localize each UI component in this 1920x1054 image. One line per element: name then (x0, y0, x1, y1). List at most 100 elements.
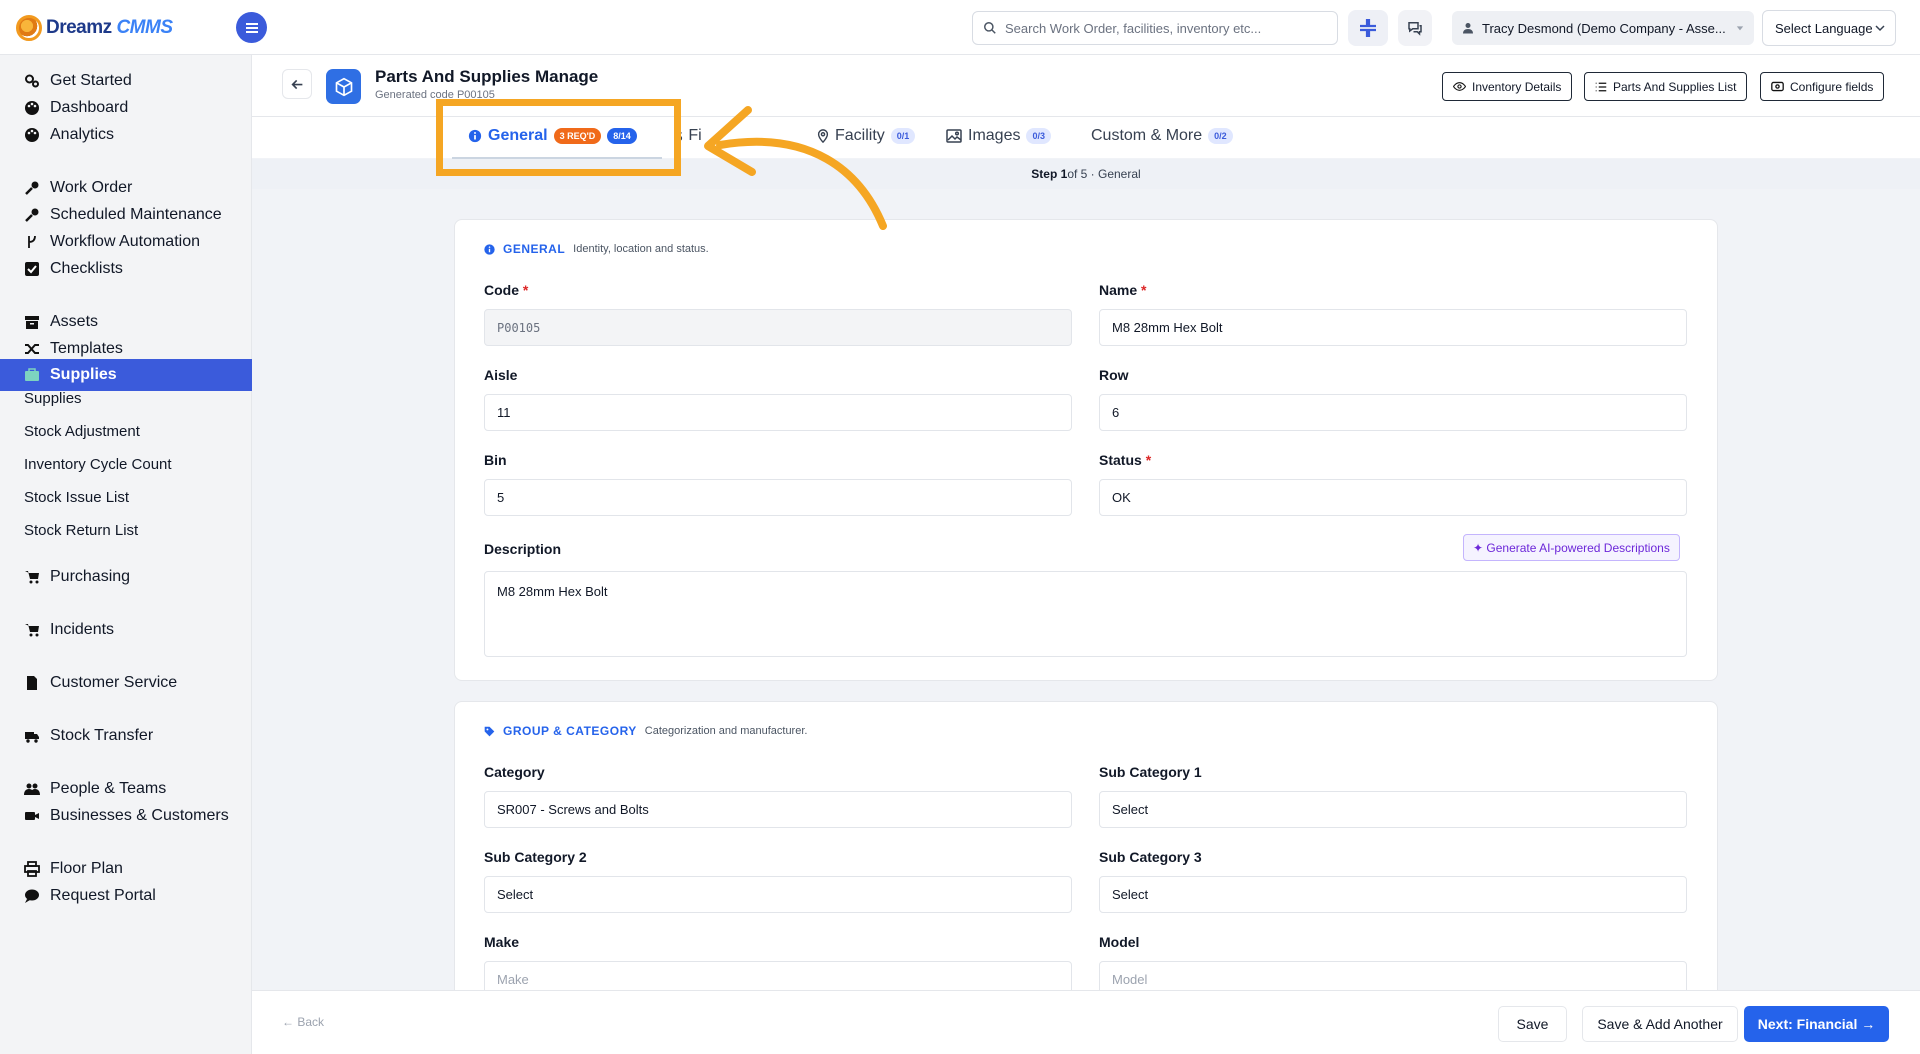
messages-button[interactable] (1398, 10, 1432, 46)
sidebar-item-label: Request Portal (50, 887, 156, 904)
archive-icon (25, 316, 39, 329)
bin-label: Bin (484, 452, 507, 468)
sidebar-item-label: Stock Transfer (50, 727, 154, 744)
sidebar-item-label: Scheduled Maintenance (50, 206, 222, 223)
group-category-section: GROUP & CATEGORY Categorization and manu… (454, 701, 1718, 1001)
sidebar-item-label: Incidents (50, 621, 115, 638)
row-field[interactable]: 6 (1099, 394, 1687, 431)
sidebar-subitem-stock-issue-list[interactable]: Stock Issue List (24, 489, 129, 506)
sidebar-item-label: Supplies (50, 366, 117, 383)
sidebar-subitem-inventory-cycle-count[interactable]: Inventory Cycle Count (24, 456, 172, 473)
back-button[interactable] (282, 69, 312, 99)
sidebar-item-label: People & Teams (50, 780, 167, 797)
search-input[interactable] (1005, 20, 1325, 36)
cube-icon (326, 69, 361, 104)
sidebar-item-label: Floor Plan (50, 860, 123, 877)
sub-category-1-label: Sub Category 1 (1099, 764, 1202, 780)
caret-down-icon (1736, 26, 1744, 31)
sub-category-3-select[interactable]: Select (1099, 876, 1687, 913)
annotation-arrow-icon (704, 106, 887, 230)
footer-back-button[interactable]: ← Back (282, 1015, 324, 1029)
parts-supplies-list-button[interactable]: Parts And Supplies List (1584, 72, 1748, 101)
generate-ai-description-button[interactable]: ✦ Generate AI-powered Descriptions (1463, 534, 1680, 561)
sidebar-item-label: Businesses & Customers (50, 807, 229, 824)
sidebar-item-purchasing[interactable]: Purchasing (0, 561, 252, 593)
wrench-icon (25, 208, 39, 222)
sidebar: Get Started Dashboard Analytics Work Ord… (0, 55, 252, 1054)
name-field[interactable]: M8 28mm Hex Bolt (1099, 309, 1687, 346)
search-icon (984, 22, 996, 34)
chat-icon (1408, 22, 1422, 36)
top-bar: Dreamz CMMS Tracy Desmond (Demo Company … (0, 0, 1920, 55)
inventory-details-button[interactable]: Inventory Details (1442, 72, 1573, 101)
next-financial-button[interactable]: Next: Financial → (1744, 1006, 1889, 1042)
hamburger-icon (245, 26, 258, 29)
logo[interactable]: Dreamz CMMS (16, 15, 173, 41)
sub-category-2-label: Sub Category 2 (484, 849, 587, 865)
truck-icon (25, 732, 39, 743)
aisle-field[interactable]: 11 (484, 394, 1072, 431)
cart-icon (25, 624, 39, 637)
printer-icon (24, 861, 40, 877)
sidebar-item-label: Checklists (50, 260, 123, 277)
general-section-header: GENERAL Identity, location and status. (484, 242, 709, 256)
sidebar-item-businesses-customers[interactable]: Businesses & Customers (0, 800, 252, 832)
sidebar-item-request-portal[interactable]: Request Portal (0, 880, 252, 912)
language-select[interactable]: Select Language (1762, 10, 1896, 46)
briefcase-icon (25, 368, 39, 381)
group-section-header: GROUP & CATEGORY Categorization and manu… (484, 724, 807, 738)
sidebar-item-checklists[interactable]: Checklists (0, 253, 252, 285)
bin-field[interactable]: 5 (484, 479, 1072, 516)
sidebar-subitem-stock-return-list[interactable]: Stock Return List (24, 522, 138, 539)
category-select[interactable]: SR007 - Screws and Bolts (484, 791, 1072, 828)
palette-icon (25, 128, 39, 142)
tab-custom-more[interactable]: Custom & More 0/2 (1091, 127, 1233, 145)
sidebar-item-stock-transfer[interactable]: Stock Transfer (0, 720, 252, 752)
sidebar-item-label: Analytics (50, 126, 115, 143)
sidebar-subitem-supplies[interactable]: Supplies (24, 390, 82, 407)
image-icon (946, 129, 962, 143)
sub-category-1-select[interactable]: Select (1099, 791, 1687, 828)
code-field: P00105 (484, 309, 1072, 346)
wrench-icon (25, 181, 39, 195)
sidebar-item-analytics[interactable]: Analytics (0, 119, 252, 151)
chevron-down-icon (1875, 25, 1885, 32)
sidebar-toggle-button[interactable] (236, 12, 267, 43)
eye-icon (1453, 82, 1466, 91)
sidebar-item-label: Get Started (50, 72, 132, 89)
chat-icon (25, 889, 39, 903)
save-add-another-button[interactable]: Save & Add Another (1582, 1006, 1738, 1042)
code-label: Code * (484, 282, 529, 298)
tab-images[interactable]: Images 0/3 (946, 127, 1051, 145)
sidebar-item-supplies[interactable]: Supplies (0, 359, 252, 391)
logo-text-secondary: CMMS (116, 17, 173, 38)
flow-icon (28, 235, 36, 248)
status-field[interactable]: OK (1099, 479, 1687, 516)
description-textarea[interactable]: M8 28mm Hex Bolt (484, 571, 1687, 657)
arrow-left-icon (290, 79, 302, 89)
tag-icon (484, 726, 495, 736)
category-label: Category (484, 764, 545, 780)
language-label: Select Language (1775, 20, 1873, 36)
status-label: Status * (1099, 452, 1152, 468)
save-button[interactable]: Save (1498, 1006, 1567, 1042)
user-menu[interactable]: Tracy Desmond (Demo Company - Asse... (1452, 11, 1754, 45)
name-label: Name * (1099, 282, 1147, 298)
configure-fields-button[interactable]: Configure fields (1760, 72, 1885, 101)
sidebar-item-label: Purchasing (50, 568, 131, 585)
file-icon (27, 676, 37, 690)
sidebar-item-incidents[interactable]: Incidents (0, 614, 252, 646)
sidebar-item-label: Work Order (50, 179, 133, 196)
sidebar-item-label: Assets (50, 313, 99, 330)
shuffle-icon (25, 344, 39, 354)
row-label: Row (1099, 367, 1129, 383)
sidebar-subitem-stock-adjustment[interactable]: Stock Adjustment (24, 423, 140, 440)
scan-button[interactable] (1348, 10, 1388, 46)
sub-category-2-select[interactable]: Select (484, 876, 1072, 913)
sidebar-item-customer-service[interactable]: Customer Service (0, 667, 252, 699)
video-icon (25, 812, 39, 820)
global-search[interactable] (972, 11, 1338, 45)
sidebar-item-label: Dashboard (50, 99, 129, 116)
checkbox-icon (25, 262, 39, 276)
aisle-label: Aisle (484, 367, 518, 383)
